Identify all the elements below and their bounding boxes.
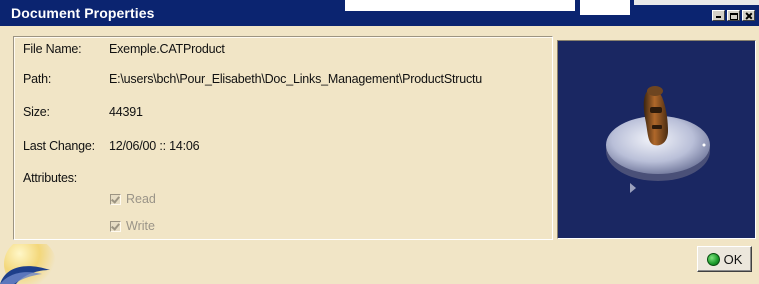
product-thumbnail [606, 86, 710, 193]
document-preview [557, 40, 756, 239]
path-label: Path: [23, 72, 52, 86]
file-name-label: File Name: [23, 42, 82, 56]
ok-button-label: OK [723, 251, 743, 267]
last-change-label: Last Change: [23, 139, 95, 153]
title-bar-artifact [580, 0, 630, 15]
ok-check-icon [706, 252, 720, 266]
window-controls [712, 10, 755, 21]
path-value: E:\users\bch\Pour_Elisabeth\Doc_Links_Ma… [109, 72, 483, 86]
size-label: Size: [23, 105, 50, 119]
catia-logo-icon [0, 244, 56, 284]
checkbox-check-icon[interactable] [110, 220, 121, 232]
title-bar-artifact [634, 0, 759, 5]
attributes-label: Attributes: [23, 171, 78, 185]
read-checkbox-label: Read [126, 192, 156, 206]
write-checkbox-label: Write [126, 219, 155, 233]
read-checkbox[interactable]: Read [110, 192, 156, 206]
write-checkbox[interactable]: Write [110, 219, 155, 233]
title-bar[interactable]: Document Properties [0, 0, 759, 26]
ok-button[interactable]: OK [697, 246, 752, 272]
size-value: 44391 [109, 105, 143, 119]
properties-panel: File Name: Exemple.CATProduct Path: E:\u… [13, 36, 553, 240]
window-title: Document Properties [11, 5, 155, 21]
document-properties-dialog: Document Properties File Name: Exemple.C… [0, 0, 759, 284]
title-bar-artifact [345, 0, 575, 11]
checkbox-check-icon[interactable] [110, 193, 121, 205]
file-name-value: Exemple.CATProduct [109, 42, 225, 56]
last-change-value: 12/06/00 :: 14:06 [109, 139, 200, 153]
minimize-icon[interactable] [712, 10, 725, 21]
close-icon[interactable] [742, 10, 755, 21]
maximize-icon[interactable] [727, 10, 740, 21]
